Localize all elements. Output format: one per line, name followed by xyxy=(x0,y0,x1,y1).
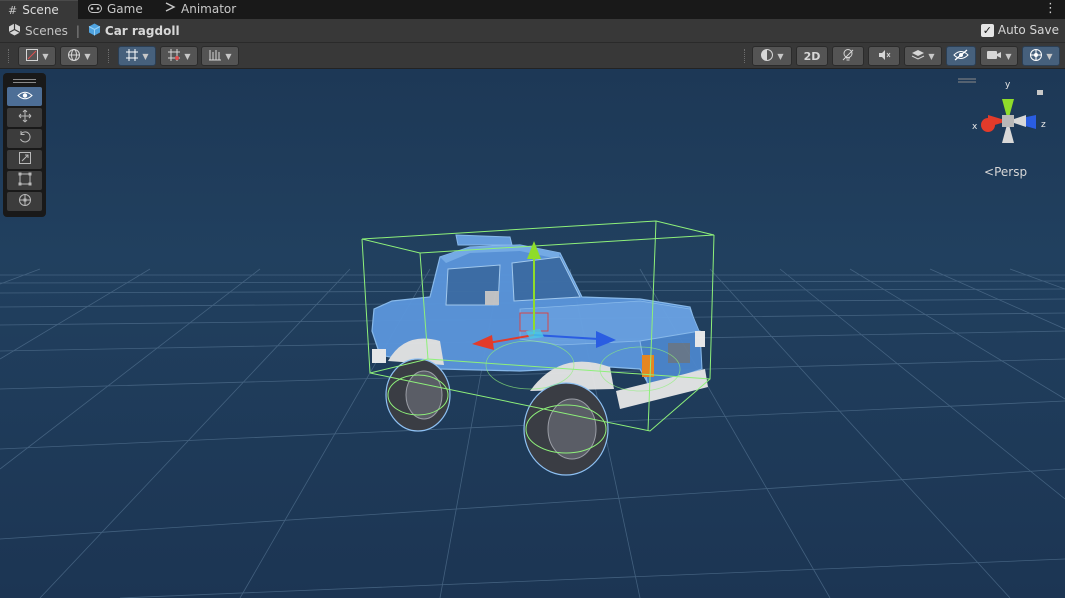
gizmo-z-label: z xyxy=(1041,120,1046,130)
global-local-dropdown[interactable]: ▼ xyxy=(60,46,98,66)
more-options-icon[interactable]: ⋮ xyxy=(1044,2,1057,16)
chevron-down-icon: ▼ xyxy=(184,51,191,61)
increment-snap-dropdown[interactable]: ▼ xyxy=(201,46,239,66)
breadcrumb-scenes-label: Scenes xyxy=(25,23,68,38)
scene-viewport[interactable]: y x z <Persp xyxy=(0,69,1065,598)
tab-animator[interactable]: Animator xyxy=(156,0,246,19)
grid-snap-icon xyxy=(125,48,139,65)
gizmo-y-label: y xyxy=(1005,80,1011,90)
scene-render xyxy=(0,69,1065,598)
toggle-2d-button[interactable]: 2D xyxy=(796,46,828,66)
rear-wheel xyxy=(385,358,451,432)
tab-animator-label: Animator xyxy=(181,2,237,16)
snap-increment-icon xyxy=(167,48,181,65)
rotate-icon xyxy=(18,130,32,147)
window-tab-bar: # Scene Game Animator ⋮ xyxy=(0,0,1065,19)
chevron-down-icon: ▼ xyxy=(1005,51,1012,61)
chevron-left-icon: < xyxy=(984,165,995,179)
gamepad-icon xyxy=(88,0,102,19)
chevron-down-icon: ▼ xyxy=(42,51,49,61)
gizmos-dropdown[interactable]: ▼ xyxy=(1022,46,1060,66)
camera-icon xyxy=(986,49,1002,64)
ruler-icon xyxy=(208,48,222,65)
front-wheel xyxy=(523,382,609,476)
panel-grip[interactable] xyxy=(13,79,36,83)
breadcrumb-separator: | xyxy=(75,23,80,38)
toolbar-grip xyxy=(108,49,110,63)
breadcrumb-current-prefab[interactable]: Car ragdoll xyxy=(88,23,180,39)
rect-transform-icon xyxy=(18,172,32,189)
tab-game[interactable]: Game xyxy=(80,0,156,19)
view-tool-button[interactable] xyxy=(7,87,42,106)
draw-mode-dropdown[interactable]: ▼ xyxy=(18,46,56,66)
prefab-cube-icon xyxy=(88,23,101,39)
auto-save-label: Auto Save xyxy=(997,23,1059,37)
scale-tool-button[interactable] xyxy=(7,150,42,169)
gizmo-x-label: x xyxy=(972,122,978,132)
chevron-down-icon: ▼ xyxy=(777,51,784,61)
grid-visibility-dropdown[interactable]: ▼ xyxy=(118,46,156,66)
transform-tool-button[interactable] xyxy=(7,192,42,211)
globe-icon xyxy=(67,48,81,65)
scene-toolbar: ▼ ▼ ▼ ▼ ▼ ▼ 2D ▼ ▼ ▼ xyxy=(0,43,1065,69)
shaded-mode-icon xyxy=(25,48,39,65)
breadcrumb-current-label: Car ragdoll xyxy=(104,23,180,38)
move-arrows-icon xyxy=(18,109,32,126)
rect-tool-button[interactable] xyxy=(7,171,42,190)
breadcrumb: Scenes | Car ragdoll ✓ Auto Save xyxy=(0,19,1065,43)
toolbar-grip xyxy=(8,49,10,63)
scale-icon xyxy=(18,151,32,168)
checkbox-checked-icon[interactable]: ✓ xyxy=(980,23,994,37)
toggle-2d-label: 2D xyxy=(803,49,821,63)
move-tool-button[interactable] xyxy=(7,108,42,127)
effects-dropdown[interactable]: ▼ xyxy=(904,46,942,66)
speaker-muted-icon xyxy=(877,48,891,65)
layers-icon xyxy=(911,48,925,65)
eye-icon xyxy=(16,90,33,104)
unity-logo-icon xyxy=(8,23,21,39)
projection-toggle[interactable]: <Persp xyxy=(984,165,1027,179)
transform-all-icon xyxy=(18,193,32,210)
gizmo-sphere-icon xyxy=(1029,48,1043,65)
tab-scene[interactable]: # Scene xyxy=(0,0,78,19)
shading-mode-dropdown[interactable]: ▼ xyxy=(752,46,792,66)
light-bulb-icon xyxy=(841,48,855,65)
auto-save-toggle[interactable]: ✓ Auto Save xyxy=(980,23,1059,37)
toolbar-grip xyxy=(744,49,746,63)
tab-scene-label: Scene xyxy=(22,2,59,17)
grid-snapping-dropdown[interactable]: ▼ xyxy=(160,46,198,66)
grid-icon: # xyxy=(8,3,18,17)
scene-visibility-button[interactable] xyxy=(946,46,976,66)
chevron-down-icon: ▼ xyxy=(928,51,935,61)
chevron-down-icon: ▼ xyxy=(142,51,149,61)
breadcrumb-scenes[interactable]: Scenes xyxy=(8,23,68,39)
chevron-down-icon: ▼ xyxy=(1046,51,1053,61)
lighting-toggle-button[interactable] xyxy=(832,46,864,66)
eye-hidden-icon xyxy=(953,49,969,64)
tool-palette xyxy=(3,73,46,217)
chevron-down-icon: ▼ xyxy=(225,51,232,61)
chevron-down-icon: ▼ xyxy=(84,51,91,61)
tab-game-label: Game xyxy=(107,2,143,16)
projection-label: Persp xyxy=(994,165,1028,179)
audio-toggle-button[interactable] xyxy=(868,46,900,66)
animator-icon xyxy=(164,0,176,19)
camera-settings-dropdown[interactable]: ▼ xyxy=(980,46,1018,66)
sphere-shading-icon xyxy=(760,48,774,65)
rotate-tool-button[interactable] xyxy=(7,129,42,148)
